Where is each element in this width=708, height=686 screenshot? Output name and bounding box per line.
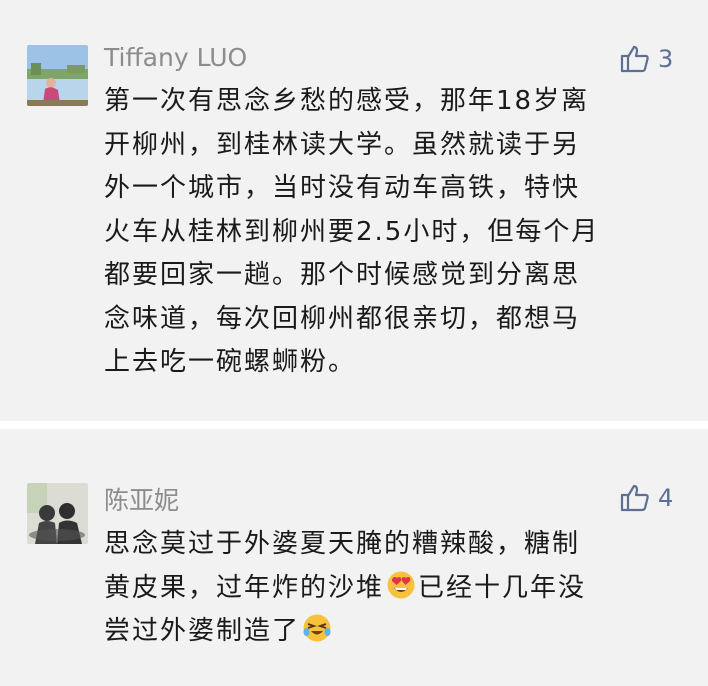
comment-line: 尝过外婆制造了	[104, 610, 674, 654]
heart-eyes-emoji	[387, 571, 415, 598]
like-count: 3	[658, 45, 674, 73]
thumbs-up-icon	[620, 483, 650, 513]
comment-line: 外一个城市，当时没有动车高铁，特快	[104, 173, 581, 203]
comment-card: Tiffany LUO 3 第一次有思念乡愁的感受，那年18岁离 开柳州，到桂林…	[0, 0, 708, 421]
crying-laughing-emoji	[303, 614, 331, 642]
comment-text: 思念莫过于外婆夏天腌的糟辣酸，糖制 黄皮果，过年炸的沙堆 已经十几年没 尝过外婆…	[104, 523, 674, 654]
comment-fragment: 黄皮果，过年炸的沙堆	[104, 572, 385, 603]
comment-line: 火车从桂林到柳州要2.5小时，但每个月	[104, 216, 600, 247]
comment-line: 开柳州，到桂林读大学。虽然就读于另	[104, 129, 581, 160]
comment-line: 上去吃一碗螺蛳粉。	[104, 347, 357, 377]
comment-line: 黄皮果，过年炸的沙堆 已经十几年没	[104, 567, 674, 611]
avatar[interactable]	[27, 45, 88, 106]
thumbs-up-icon	[620, 44, 650, 74]
comment-fragment: 尝过外婆制造了	[104, 616, 301, 646]
comment-divider	[0, 421, 708, 429]
comment-fragment: 已经十几年没	[418, 572, 587, 603]
comment-line: 念味道，每次回柳州都很亲切，都想马	[104, 303, 581, 334]
comment-author[interactable]: Tiffany LUO	[104, 43, 247, 72]
like-button[interactable]: 4	[620, 483, 673, 513]
comment-card: 陈亚妮 4 思念莫过于外婆夏天腌的糟辣酸，糖制 黄皮果，过年炸的沙堆 已经十几年…	[0, 429, 708, 686]
comment-line: 第一次有思念乡愁的感受，那年18岁离	[104, 86, 590, 116]
like-count: 4	[658, 484, 674, 512]
comment-author[interactable]: 陈亚妮	[104, 481, 179, 517]
comment-text: 第一次有思念乡愁的感受，那年18岁离 开柳州，到桂林读大学。虽然就读于另 外一个…	[104, 80, 674, 385]
avatar[interactable]	[27, 483, 88, 544]
like-button[interactable]: 3	[620, 44, 673, 74]
comment-line: 思念莫过于外婆夏天腌的糟辣酸，糖制	[104, 529, 581, 559]
comment-line: 都要回家一趟。那个时候感觉到分离思	[104, 260, 581, 290]
